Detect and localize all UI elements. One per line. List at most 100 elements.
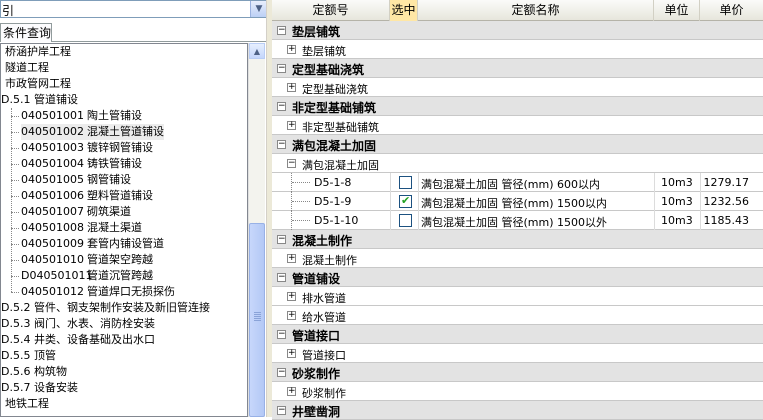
tree-item-leaf[interactable]: D040501011管道沉管跨越 <box>21 268 153 284</box>
quota-unit: 10m3 <box>661 195 693 208</box>
collapse-icon[interactable]: − <box>277 273 286 282</box>
left-panel: 引 ▼ 条件查询 桥涵护岸工程 隧道工程 市政管网工程 D.5.1 管道铺设 04050… <box>0 0 270 417</box>
cell-divider <box>418 192 419 211</box>
select-checkbox[interactable] <box>399 214 412 227</box>
tree-item-code: 040501006 <box>21 189 84 202</box>
tree-item-category[interactable]: D.5.3 阀门、水表、消防栓安装 <box>1 316 155 332</box>
subgroup-row[interactable]: + 管道接口 <box>272 344 763 363</box>
tree-item-leaf[interactable]: 040501005 钢管铺设 <box>21 172 131 188</box>
subgroup-label: 排水管道 <box>302 292 346 305</box>
tree-item-leaf[interactable]: 040501001 陶土管铺设 <box>21 108 142 124</box>
subgroup-label: 定型基础浇筑 <box>302 83 368 96</box>
cell-divider <box>654 211 655 230</box>
group-row[interactable]: − 井壁凿洞 <box>272 401 763 420</box>
select-checkbox[interactable] <box>399 176 412 189</box>
subgroup-row[interactable]: − 满包混凝土加固 <box>272 154 763 173</box>
tree-connector <box>11 292 19 293</box>
subgroup-label: 砂浆制作 <box>302 387 346 400</box>
header-select[interactable]: 选中 <box>390 0 418 21</box>
tree-item-category[interactable]: D.5.6 构筑物 <box>1 364 67 380</box>
tree-connector <box>11 276 19 277</box>
group-row[interactable]: − 管道铺设 <box>272 268 763 287</box>
subgroup-row[interactable]: + 定型基础浇筑 <box>272 78 763 97</box>
group-row[interactable]: − 混凝土制作 <box>272 230 763 249</box>
collapse-icon[interactable]: − <box>277 64 286 73</box>
tree-item-category[interactable]: D.5.7 设备安装 <box>1 380 78 396</box>
expand-icon[interactable]: + <box>287 349 296 358</box>
tree-item-code: 040501003 <box>21 141 84 154</box>
header-code[interactable]: 定额号 <box>272 0 390 21</box>
chevron-down-icon[interactable]: ▼ <box>250 1 267 17</box>
tree-item-leaf[interactable]: 040501002 混凝土管道铺设 <box>21 124 164 140</box>
tree-item-label: 钢管铺设 <box>87 173 131 186</box>
collapse-icon[interactable]: − <box>277 330 286 339</box>
subgroup-row[interactable]: + 非定型基础铺筑 <box>272 116 763 135</box>
tree-item-leaf[interactable]: 040501009 套管内铺设管道 <box>21 236 164 252</box>
scroll-up-icon[interactable]: ▲ <box>249 43 265 59</box>
group-row[interactable]: − 砂浆制作 <box>272 363 763 382</box>
collapse-icon[interactable]: − <box>277 102 286 111</box>
subgroup-row[interactable]: + 给水管道 <box>272 306 763 325</box>
group-row[interactable]: − 管道接口 <box>272 325 763 344</box>
quota-grid: 定额号 选中 定额名称 单位 单价 − 垫层铺筑 + 垫层铺筑 − 定型基础浇筑 + 定型基础… <box>272 0 763 420</box>
tree-item-leaf[interactable]: 040501010 管道架空跨越 <box>21 252 153 268</box>
table-row[interactable]: D5-1-10 满包混凝土加固 管径(mm) 1500以外 10m3 1185.43 <box>272 211 763 230</box>
expand-icon[interactable]: + <box>287 254 296 263</box>
collapse-icon[interactable]: − <box>287 159 296 168</box>
tab-condition-query[interactable]: 条件查询 <box>0 23 52 42</box>
group-row[interactable]: − 定型基础浇筑 <box>272 59 763 78</box>
tree-item-leaf[interactable]: 040501004 铸铁管铺设 <box>21 156 142 172</box>
collapse-icon[interactable]: − <box>277 368 286 377</box>
collapse-icon[interactable]: − <box>277 406 286 415</box>
subgroup-row[interactable]: + 垫层铺筑 <box>272 40 763 59</box>
tree-item-code: D040501011 <box>21 269 93 282</box>
collapse-icon[interactable]: − <box>277 140 286 149</box>
expand-icon[interactable]: + <box>287 45 296 54</box>
header-price[interactable]: 单价 <box>700 0 763 21</box>
tree-item-leaf[interactable]: 040501003 镀锌钢管铺设 <box>21 140 153 156</box>
subgroup-row[interactable]: + 排水管道 <box>272 287 763 306</box>
group-row[interactable]: − 垫层铺筑 <box>272 21 763 40</box>
collapse-icon[interactable]: − <box>277 235 286 244</box>
tree-item-leaf[interactable]: 040501012 管道焊口无损探伤 <box>21 284 175 300</box>
subgroup-row[interactable]: + 砂浆制作 <box>272 382 763 401</box>
scrollbar-thumb[interactable] <box>249 223 265 417</box>
tree-item-category[interactable]: D.5.4 井类、设备基础及出水口 <box>1 332 155 348</box>
expand-icon[interactable]: + <box>287 83 296 92</box>
expand-icon[interactable]: + <box>287 387 296 396</box>
tree-item-category[interactable]: 市政管网工程 <box>5 76 71 92</box>
expand-icon[interactable]: + <box>287 121 296 130</box>
tree-item-category[interactable]: 隧道工程 <box>5 60 49 76</box>
group-row[interactable]: − 满包混凝土加固 <box>272 135 763 154</box>
subgroup-row[interactable]: + 混凝土制作 <box>272 249 763 268</box>
tree-item-leaf[interactable]: 040501007 砌筑渠道 <box>21 204 131 220</box>
tree-item-label: 管道焊口无损探伤 <box>87 285 175 298</box>
quota-name: 满包混凝土加固 管径(mm) 600以内 <box>421 178 601 191</box>
collapse-icon[interactable]: − <box>277 26 286 35</box>
tree-item-label: D.5.7 设备安装 <box>1 381 78 394</box>
subgroup-label: 垫层铺筑 <box>302 45 346 58</box>
tab-bar: 条件查询 <box>0 21 270 42</box>
header-unit[interactable]: 单位 <box>654 0 700 21</box>
tree-item-category[interactable]: D.5.2 管件、钢支架制作安装及新旧管连接 <box>1 300 210 316</box>
table-row[interactable]: D5-1-9 满包混凝土加固 管径(mm) 1500以内 10m3 1232.56 <box>272 192 763 211</box>
tree-item-category[interactable]: 桥涵护岸工程 <box>5 44 71 60</box>
header-name[interactable]: 定额名称 <box>418 0 654 21</box>
expand-icon[interactable]: + <box>287 292 296 301</box>
tree-item-leaf[interactable]: 040501008 混凝土渠道 <box>21 220 142 236</box>
category-combo[interactable]: 引 ▼ <box>0 0 268 18</box>
tree-item-category[interactable]: D.5.5 顶管 <box>1 348 56 364</box>
expand-icon[interactable]: + <box>287 311 296 320</box>
cell-divider <box>700 211 701 230</box>
tree-scrollbar[interactable]: ▲ <box>248 43 265 417</box>
tree-item-category[interactable]: D.5.1 管道铺设 <box>1 92 78 108</box>
group-row[interactable]: − 非定型基础铺筑 <box>272 97 763 116</box>
select-checkbox[interactable] <box>399 194 412 208</box>
tree-item-code: 040501005 <box>21 173 84 186</box>
tree-item-leaf[interactable]: 040501006 塑料管道铺设 <box>21 188 153 204</box>
table-row[interactable]: D5-1-8 满包混凝土加固 管径(mm) 600以内 10m3 1279.17 <box>272 173 763 192</box>
group-label: 砂浆制作 <box>292 367 341 381</box>
tree-connector <box>292 220 310 221</box>
tree-connector <box>11 132 19 133</box>
tree-item-category[interactable]: 地铁工程 <box>5 396 49 412</box>
